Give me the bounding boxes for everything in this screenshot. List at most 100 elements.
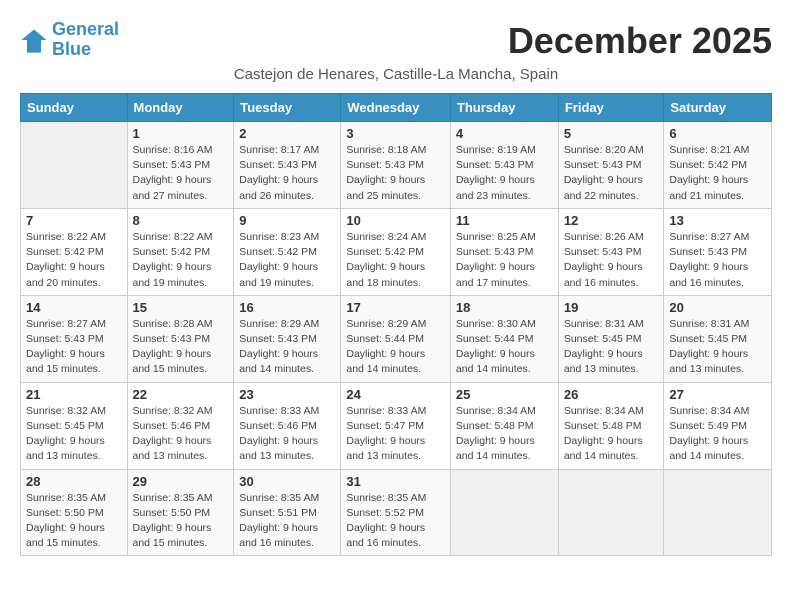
day-cell: 17 Sunrise: 8:29 AMSunset: 5:44 PMDayligh… bbox=[341, 295, 451, 382]
day-info: Sunrise: 8:29 AMSunset: 5:43 PMDaylight:… bbox=[239, 317, 335, 378]
day-info: Sunrise: 8:27 AMSunset: 5:43 PMDaylight:… bbox=[669, 230, 766, 291]
day-info: Sunrise: 8:35 AMSunset: 5:50 PMDaylight:… bbox=[133, 491, 229, 552]
day-number: 17 bbox=[346, 300, 445, 315]
day-cell: 14 Sunrise: 8:27 AMSunset: 5:43 PMDayligh… bbox=[21, 295, 128, 382]
day-info: Sunrise: 8:27 AMSunset: 5:43 PMDaylight:… bbox=[26, 317, 122, 378]
day-info: Sunrise: 8:34 AMSunset: 5:48 PMDaylight:… bbox=[456, 404, 553, 465]
header-cell-friday: Friday bbox=[558, 94, 664, 122]
day-info: Sunrise: 8:16 AMSunset: 5:43 PMDaylight:… bbox=[133, 143, 229, 204]
header-cell-tuesday: Tuesday bbox=[234, 94, 341, 122]
day-number: 13 bbox=[669, 213, 766, 228]
day-info: Sunrise: 8:29 AMSunset: 5:44 PMDaylight:… bbox=[346, 317, 445, 378]
day-cell: 16 Sunrise: 8:29 AMSunset: 5:43 PMDayligh… bbox=[234, 295, 341, 382]
day-number: 7 bbox=[26, 213, 122, 228]
day-cell: 10 Sunrise: 8:24 AMSunset: 5:42 PMDayligh… bbox=[341, 208, 451, 295]
day-number: 28 bbox=[26, 474, 122, 489]
day-info: Sunrise: 8:22 AMSunset: 5:42 PMDaylight:… bbox=[133, 230, 229, 291]
day-info: Sunrise: 8:31 AMSunset: 5:45 PMDaylight:… bbox=[669, 317, 766, 378]
week-row-1: 1 Sunrise: 8:16 AMSunset: 5:43 PMDaylight… bbox=[21, 122, 772, 209]
day-info: Sunrise: 8:28 AMSunset: 5:43 PMDaylight:… bbox=[133, 317, 229, 378]
day-cell: 25 Sunrise: 8:34 AMSunset: 5:48 PMDayligh… bbox=[450, 382, 558, 469]
day-cell: 6 Sunrise: 8:21 AMSunset: 5:42 PMDaylight… bbox=[664, 122, 772, 209]
day-cell: 21Sunrise: 8:32 AMSunset: 5:45 PMDayligh… bbox=[21, 382, 128, 469]
header-cell-thursday: Thursday bbox=[450, 94, 558, 122]
day-cell: 29 Sunrise: 8:35 AMSunset: 5:50 PMDayligh… bbox=[127, 469, 234, 556]
day-cell: 12 Sunrise: 8:26 AMSunset: 5:43 PMDayligh… bbox=[558, 208, 664, 295]
day-cell: 5 Sunrise: 8:20 AMSunset: 5:43 PMDaylight… bbox=[558, 122, 664, 209]
day-number: 18 bbox=[456, 300, 553, 315]
page-subtitle: Castejon de Henares, Castille-La Mancha,… bbox=[20, 66, 772, 83]
day-number: 26 bbox=[564, 387, 659, 402]
week-row-5: 28 Sunrise: 8:35 AMSunset: 5:50 PMDayligh… bbox=[21, 469, 772, 556]
day-cell: 31 Sunrise: 8:35 AMSunset: 5:52 PMDayligh… bbox=[341, 469, 451, 556]
header-cell-wednesday: Wednesday bbox=[341, 94, 451, 122]
day-info: Sunrise: 8:18 AMSunset: 5:43 PMDaylight:… bbox=[346, 143, 445, 204]
week-row-2: 7 Sunrise: 8:22 AMSunset: 5:42 PMDaylight… bbox=[21, 208, 772, 295]
day-info: Sunrise: 8:30 AMSunset: 5:44 PMDaylight:… bbox=[456, 317, 553, 378]
day-number: 8 bbox=[133, 213, 229, 228]
day-number: 24 bbox=[346, 387, 445, 402]
header-cell-sunday: Sunday bbox=[21, 94, 128, 122]
day-number: 22 bbox=[133, 387, 229, 402]
day-number: 15 bbox=[133, 300, 229, 315]
day-cell: 9 Sunrise: 8:23 AMSunset: 5:42 PMDaylight… bbox=[234, 208, 341, 295]
day-number: 25 bbox=[456, 387, 553, 402]
day-info: Sunrise: 8:34 AMSunset: 5:49 PMDaylight:… bbox=[669, 404, 766, 465]
day-number: 5 bbox=[564, 126, 659, 141]
day-cell: 24 Sunrise: 8:33 AMSunset: 5:47 PMDayligh… bbox=[341, 382, 451, 469]
day-info: Sunrise: 8:25 AMSunset: 5:43 PMDaylight:… bbox=[456, 230, 553, 291]
day-info: Sunrise: 8:23 AMSunset: 5:42 PMDaylight:… bbox=[239, 230, 335, 291]
logo: General Blue bbox=[20, 20, 119, 60]
day-info: Sunrise: 8:19 AMSunset: 5:43 PMDaylight:… bbox=[456, 143, 553, 204]
day-number: 14 bbox=[26, 300, 122, 315]
day-cell: 18 Sunrise: 8:30 AMSunset: 5:44 PMDayligh… bbox=[450, 295, 558, 382]
day-info: Sunrise: 8:21 AMSunset: 5:42 PMDaylight:… bbox=[669, 143, 766, 204]
day-info: Sunrise: 8:22 AMSunset: 5:42 PMDaylight:… bbox=[26, 230, 122, 291]
day-info: Sunrise: 8:24 AMSunset: 5:42 PMDaylight:… bbox=[346, 230, 445, 291]
day-info: Sunrise: 8:35 AMSunset: 5:52 PMDaylight:… bbox=[346, 491, 445, 552]
day-info: Sunrise: 8:35 AMSunset: 5:50 PMDaylight:… bbox=[26, 491, 122, 552]
day-number: 2 bbox=[239, 126, 335, 141]
day-info: Sunrise: 8:20 AMSunset: 5:43 PMDaylight:… bbox=[564, 143, 659, 204]
page-header: General Blue December 2025 bbox=[20, 20, 772, 62]
day-number: 29 bbox=[133, 474, 229, 489]
day-number: 23 bbox=[239, 387, 335, 402]
day-cell: 23 Sunrise: 8:33 AMSunset: 5:46 PMDayligh… bbox=[234, 382, 341, 469]
day-info: Sunrise: 8:33 AMSunset: 5:47 PMDaylight:… bbox=[346, 404, 445, 465]
day-number: 1 bbox=[133, 126, 229, 141]
day-cell bbox=[558, 469, 664, 556]
day-number: 11 bbox=[456, 213, 553, 228]
day-cell: 1 Sunrise: 8:16 AMSunset: 5:43 PMDaylight… bbox=[127, 122, 234, 209]
day-number: 3 bbox=[346, 126, 445, 141]
logo-text: General Blue bbox=[52, 20, 119, 60]
day-cell bbox=[450, 469, 558, 556]
day-number: 6 bbox=[669, 126, 766, 141]
day-number: 21 bbox=[26, 387, 122, 402]
day-number: 16 bbox=[239, 300, 335, 315]
day-cell: 20 Sunrise: 8:31 AMSunset: 5:45 PMDayligh… bbox=[664, 295, 772, 382]
day-cell: 19Sunrise: 8:31 AMSunset: 5:45 PMDayligh… bbox=[558, 295, 664, 382]
week-row-4: 21Sunrise: 8:32 AMSunset: 5:45 PMDayligh… bbox=[21, 382, 772, 469]
day-number: 31 bbox=[346, 474, 445, 489]
day-number: 4 bbox=[456, 126, 553, 141]
day-cell: 26 Sunrise: 8:34 AMSunset: 5:48 PMDayligh… bbox=[558, 382, 664, 469]
day-cell: 8 Sunrise: 8:22 AMSunset: 5:42 PMDaylight… bbox=[127, 208, 234, 295]
day-info: Sunrise: 8:35 AMSunset: 5:51 PMDaylight:… bbox=[239, 491, 335, 552]
day-number: 20 bbox=[669, 300, 766, 315]
day-cell: 13 Sunrise: 8:27 AMSunset: 5:43 PMDayligh… bbox=[664, 208, 772, 295]
day-info: Sunrise: 8:33 AMSunset: 5:46 PMDaylight:… bbox=[239, 404, 335, 465]
day-info: Sunrise: 8:34 AMSunset: 5:48 PMDaylight:… bbox=[564, 404, 659, 465]
day-info: Sunrise: 8:26 AMSunset: 5:43 PMDaylight:… bbox=[564, 230, 659, 291]
day-info: Sunrise: 8:32 AMSunset: 5:46 PMDaylight:… bbox=[133, 404, 229, 465]
header-cell-monday: Monday bbox=[127, 94, 234, 122]
day-cell: 15 Sunrise: 8:28 AMSunset: 5:43 PMDayligh… bbox=[127, 295, 234, 382]
day-number: 10 bbox=[346, 213, 445, 228]
day-number: 30 bbox=[239, 474, 335, 489]
calendar-table: SundayMondayTuesdayWednesdayThursdayFrid… bbox=[20, 93, 772, 556]
day-cell: 4 Sunrise: 8:19 AMSunset: 5:43 PMDaylight… bbox=[450, 122, 558, 209]
day-cell: 7 Sunrise: 8:22 AMSunset: 5:42 PMDaylight… bbox=[21, 208, 128, 295]
logo-icon bbox=[20, 26, 48, 54]
day-info: Sunrise: 8:31 AMSunset: 5:45 PMDaylight:… bbox=[564, 317, 659, 378]
day-number: 12 bbox=[564, 213, 659, 228]
day-number: 9 bbox=[239, 213, 335, 228]
